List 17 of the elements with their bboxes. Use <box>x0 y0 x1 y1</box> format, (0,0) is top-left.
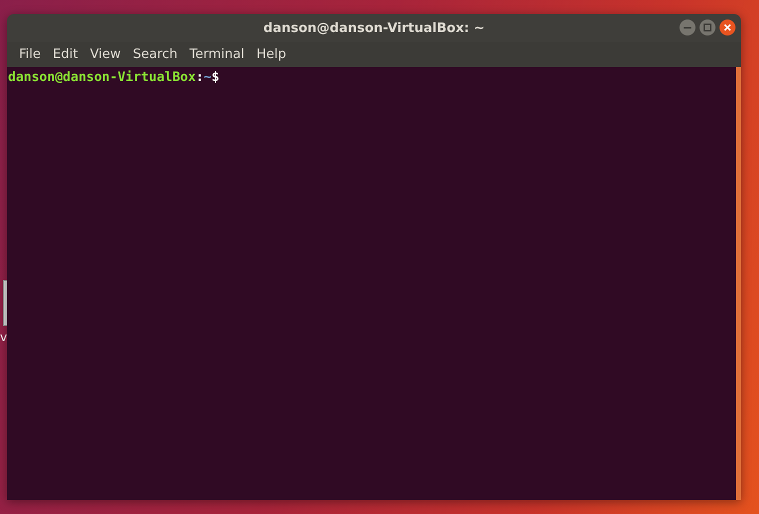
menu-item[interactable]: File <box>13 47 47 62</box>
menu-item[interactable]: Terminal <box>183 47 250 62</box>
desktop-icon[interactable] <box>3 280 7 326</box>
scrollbar[interactable] <box>736 67 741 500</box>
prompt-separator: : <box>196 70 204 85</box>
menu-item[interactable]: Help <box>250 47 292 62</box>
close-icon[interactable] <box>719 19 736 36</box>
window-title: danson@danson-VirtualBox: ~ <box>263 20 485 36</box>
terminal-area[interactable]: danson@danson-VirtualBox:~$ <box>7 67 741 500</box>
prompt-path: ~ <box>204 70 212 85</box>
minimize-icon[interactable] <box>679 19 696 36</box>
menu-item[interactable]: View <box>84 47 127 62</box>
menu-item[interactable]: Edit <box>46 47 84 62</box>
prompt-symbol: $ <box>212 70 220 85</box>
prompt-user-host: danson@danson-VirtualBox <box>8 70 196 85</box>
desktop-icon-label[interactable]: v <box>0 330 8 344</box>
menu-item[interactable]: Search <box>126 47 184 62</box>
